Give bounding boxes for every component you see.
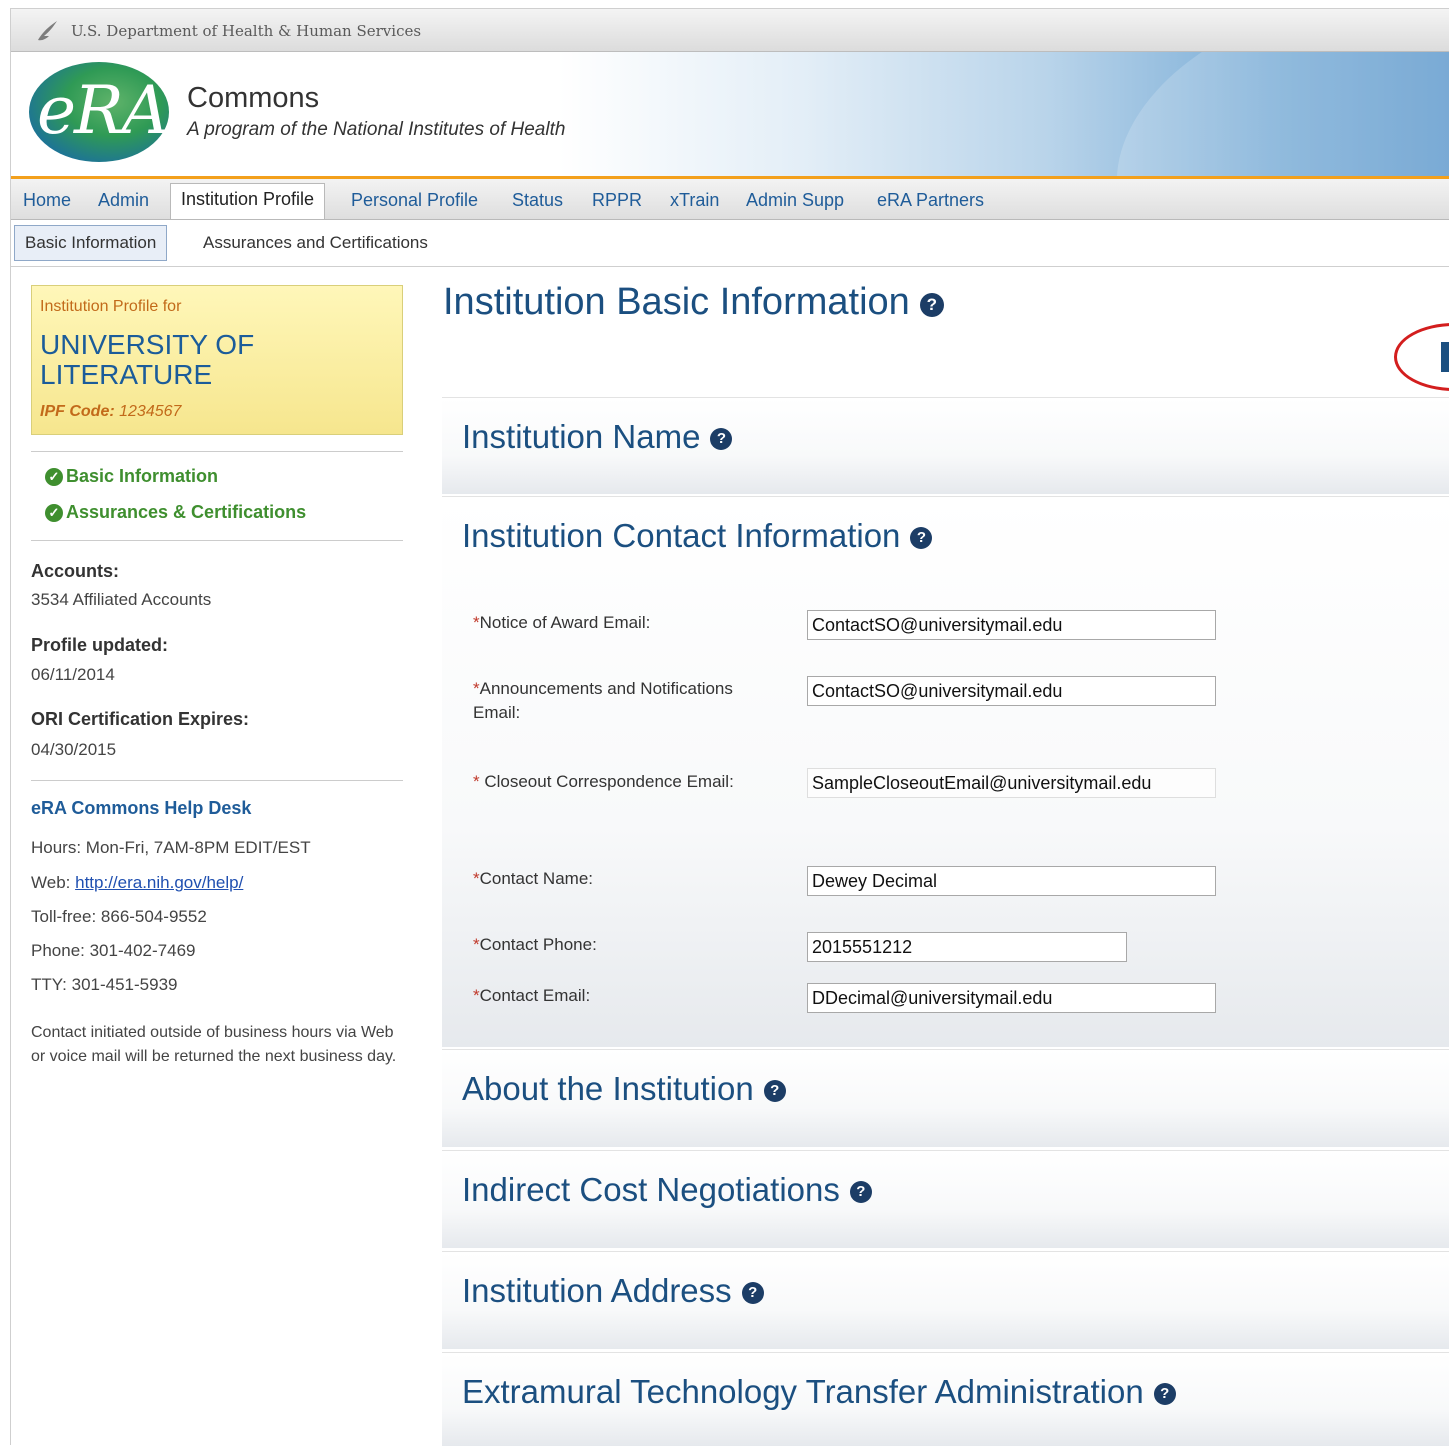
contact-email-input[interactable] (807, 983, 1216, 1013)
help-web-link[interactable]: http://era.nih.gov/help/ (75, 873, 243, 892)
section-indirect-cost[interactable]: Indirect Cost Negotiations? (442, 1150, 1449, 1248)
question-circle-icon[interactable]: ? (919, 293, 944, 317)
contact-email-label: *Contact Email: (473, 986, 591, 1005)
sub-nav: Basic Information Assurances and Certifi… (11, 220, 1449, 267)
announcements-email-label: *Announcements and Notifications Email: (473, 679, 733, 722)
contact-name-input[interactable] (807, 866, 1216, 896)
app-title: Commons (187, 82, 320, 114)
question-circle-icon[interactable]: ? (741, 1282, 764, 1305)
question-circle-icon[interactable]: ? (1153, 1383, 1176, 1406)
nav-institution-profile[interactable]: Institution Profile (170, 183, 326, 219)
profile-for-label: Institution Profile for (40, 298, 182, 315)
contact-name-label: *Contact Name: (473, 869, 594, 888)
ori-expires-label: ORI Certification Expires: (31, 709, 250, 729)
help-tollfree: Toll-free: 866-504-9552 (31, 907, 207, 926)
era-logo[interactable]: eRA (29, 62, 169, 162)
help-web: Web: http://era.nih.gov/help/ (31, 873, 244, 892)
hhs-department-text: U.S. Department of Health & Human Servic… (71, 22, 422, 40)
accounts-label: Accounts: (31, 561, 120, 581)
app-tagline: A program of the National Institutes of … (187, 119, 566, 140)
help-desk-title: eRA Commons Help Desk (31, 798, 252, 818)
help-note: Contact initiated outside of business ho… (31, 1024, 397, 1065)
section-extramural-tech-transfer[interactable]: Extramural Technology Transfer Administr… (442, 1352, 1449, 1446)
noa-email-input[interactable] (807, 610, 1216, 640)
era-commons-banner: eRA Commons A program of the National In… (11, 52, 1449, 179)
nav-rppr[interactable]: RPPR (592, 190, 642, 211)
hhs-eagle-icon (38, 21, 57, 41)
question-circle-icon[interactable]: ? (849, 1181, 872, 1204)
tab-basic-information[interactable]: Basic Information (14, 225, 168, 261)
nav-xtrain[interactable]: xTrain (670, 190, 719, 211)
page-title: Institution Basic Information? (443, 281, 944, 324)
divider (31, 451, 403, 452)
nav-home[interactable]: Home (23, 190, 71, 211)
section-about-institution[interactable]: About the Institution? (442, 1049, 1449, 1147)
ipf-code: IPF Code: 1234567 (40, 403, 182, 420)
section-institution-name[interactable]: Institution Name? (442, 397, 1449, 494)
contact-phone-label: *Contact Phone: (473, 935, 597, 954)
profile-updated-value: 06/11/2014 (31, 665, 115, 684)
divider (31, 780, 403, 781)
sidebar-link-basic-information[interactable]: ✓ Basic Information (45, 466, 218, 487)
nav-status[interactable]: Status (512, 190, 563, 211)
highlight-circle (1394, 323, 1449, 391)
announcements-email-input[interactable] (807, 676, 1216, 706)
contact-phone-input[interactable] (807, 932, 1127, 962)
closeout-email-input[interactable] (807, 768, 1216, 798)
edit-button-partial[interactable] (1441, 342, 1449, 372)
nav-admin[interactable]: Admin (98, 190, 149, 211)
divider (31, 540, 403, 541)
noa-email-label: *Notice of Award Email: (473, 613, 651, 632)
ori-expires-value: 04/30/2015 (31, 740, 117, 759)
help-phone: Phone: 301-402-7469 (31, 941, 196, 960)
help-tty: TTY: 301-451-5939 (31, 975, 178, 994)
check-circle-icon: ✓ (45, 504, 63, 522)
institution-profile-card: Institution Profile for UNIVERSITY OF LI… (31, 285, 403, 435)
section-institution-address[interactable]: Institution Address? (442, 1251, 1449, 1349)
hhs-top-bar: U.S. Department of Health & Human Servic… (11, 9, 1449, 52)
tab-assurances-certifications[interactable]: Assurances and Certifications (203, 233, 428, 253)
profile-updated-label: Profile updated: (31, 635, 169, 655)
main-nav: Home Admin Institution Profile Personal … (11, 179, 1449, 220)
help-hours: Hours: Mon-Fri, 7AM-8PM EDIT/EST (31, 838, 311, 857)
question-circle-icon[interactable]: ? (710, 428, 733, 451)
nav-era-partners[interactable]: eRA Partners (877, 190, 984, 211)
check-circle-icon: ✓ (45, 468, 63, 486)
nav-personal-profile[interactable]: Personal Profile (351, 190, 478, 211)
question-circle-icon[interactable]: ? (763, 1080, 786, 1103)
nav-admin-supp[interactable]: Admin Supp (746, 190, 844, 211)
closeout-email-label: * Closeout Correspondence Email: (473, 772, 734, 791)
institution-name: UNIVERSITY OF LITERATURE (40, 329, 255, 390)
sidebar-link-assurances[interactable]: ✓ Assurances & Certifications (45, 502, 306, 523)
accounts-value: 3534 Affiliated Accounts (31, 590, 212, 609)
question-circle-icon[interactable]: ? (910, 527, 933, 550)
browser-page: U.S. Department of Health & Human Servic… (10, 8, 1449, 1446)
